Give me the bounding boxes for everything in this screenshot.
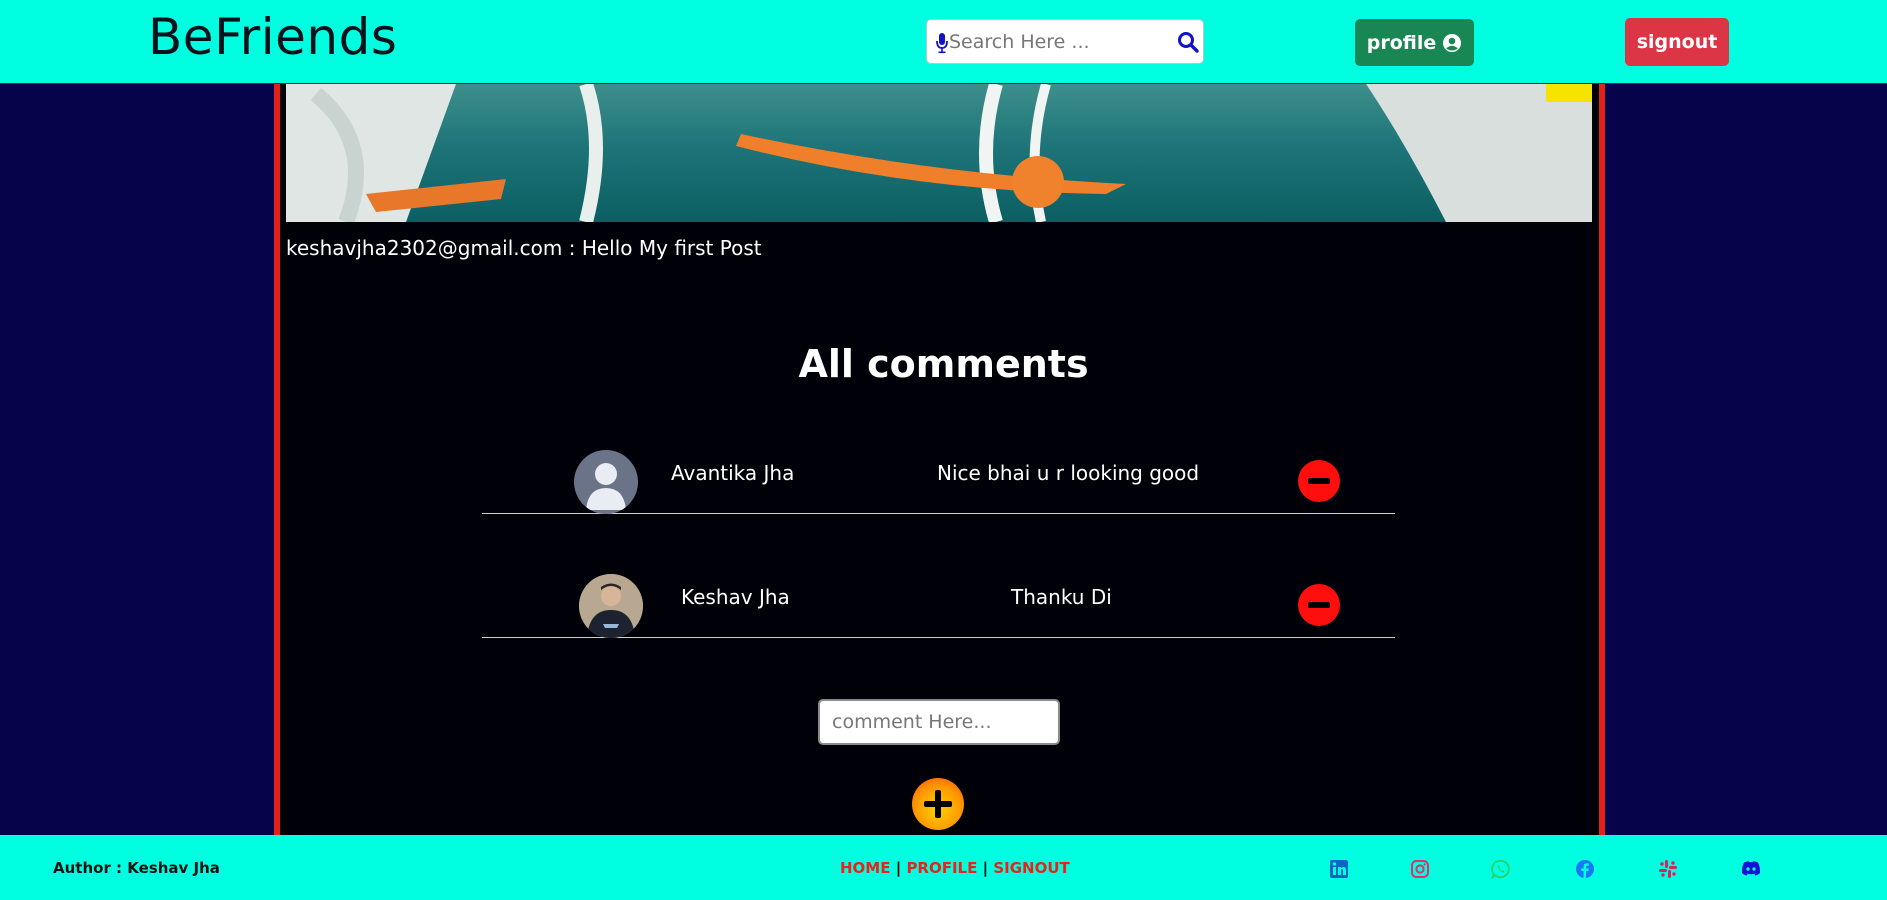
footer-link-signout[interactable]: SIGNOUT: [993, 859, 1069, 877]
instagram-icon[interactable]: [1410, 859, 1430, 879]
profile-button-label: profile: [1366, 31, 1437, 54]
user-circle-icon: [1443, 33, 1462, 52]
comment-author: Keshav Jha: [681, 585, 790, 609]
slack-icon[interactable]: [1658, 859, 1678, 879]
avatar: [579, 574, 643, 638]
delete-comment-button[interactable]: [1298, 460, 1340, 502]
facebook-icon[interactable]: [1575, 859, 1595, 879]
search-icon[interactable]: [1177, 31, 1199, 53]
footer-separator: |: [895, 859, 902, 877]
search-input[interactable]: [949, 26, 1169, 58]
post-image: [286, 84, 1592, 222]
comment-text: Nice bhai u r looking good: [937, 461, 1200, 485]
post-caption: keshavjha2302@gmail.com : Hello My first…: [286, 236, 762, 260]
microphone-icon[interactable]: [935, 32, 949, 54]
footer-author: Author : Keshav Jha: [53, 859, 220, 877]
comment-text: Thanku Di: [1011, 585, 1112, 609]
footer-separator: |: [982, 859, 989, 877]
comment-row: Keshav Jha Thanku Di: [482, 568, 1395, 638]
whatsapp-icon[interactable]: [1491, 859, 1511, 879]
comment-input[interactable]: [818, 699, 1060, 745]
footer: Author : Keshav Jha HOME | PROFILE | SIG…: [0, 835, 1887, 900]
signout-button[interactable]: signout: [1625, 18, 1729, 66]
footer-link-home[interactable]: HOME: [840, 859, 890, 877]
post-photo-art: [286, 84, 1592, 222]
footer-nav: HOME | PROFILE | SIGNOUT: [840, 859, 1070, 877]
user-photo-avatar: [579, 574, 643, 638]
comment-row: Avantika Jha Nice bhai u r looking good: [482, 444, 1395, 514]
comment-author: Avantika Jha: [671, 461, 795, 485]
profile-button[interactable]: profile: [1355, 19, 1474, 66]
avatar: [574, 450, 638, 514]
top-navbar: BeFriends profile signout: [0, 0, 1887, 84]
linkedin-icon[interactable]: [1329, 859, 1349, 879]
brand-logo[interactable]: BeFriends: [148, 8, 397, 66]
search-box: [926, 19, 1204, 64]
delete-comment-button[interactable]: [1298, 584, 1340, 626]
default-user-avatar-icon: [586, 463, 626, 510]
add-comment-button[interactable]: [912, 778, 964, 830]
discord-icon[interactable]: [1741, 859, 1761, 879]
footer-link-profile[interactable]: PROFILE: [906, 859, 977, 877]
comments-heading: All comments: [798, 342, 1089, 386]
